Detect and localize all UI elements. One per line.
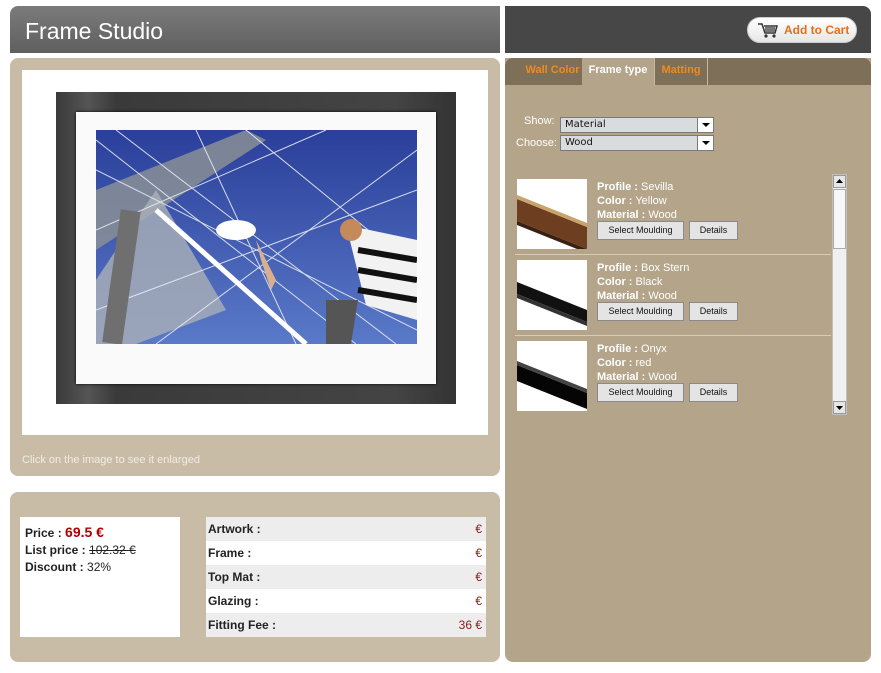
color-value: red: [635, 357, 652, 369]
color-value: Yellow: [635, 195, 667, 207]
moulding-thumbnail[interactable]: [517, 179, 587, 249]
details-button[interactable]: Details: [689, 383, 738, 402]
artwork-image[interactable]: [96, 130, 417, 344]
cost-row-artwork: Artwork : €: [206, 517, 486, 541]
cost-row-frame: Frame : €: [206, 541, 486, 565]
moulding-info: Profile : Box Stern Color : Black Materi…: [597, 261, 689, 303]
cart-icon: [757, 22, 779, 41]
tab-frame-type[interactable]: Frame type: [582, 58, 655, 85]
tab-bar: Wall Color Frame type Matting: [505, 58, 871, 85]
moulding-item: Profile : Onyx Color : red Material : Wo…: [515, 336, 831, 415]
profile-value: Box Stern: [641, 262, 690, 274]
cost-label: Top Mat :: [208, 570, 261, 584]
enlarge-hint: Click on the image to see it enlarged: [22, 454, 200, 466]
list-price-label: List price :: [25, 543, 86, 557]
chevron-down-icon[interactable]: [697, 136, 713, 150]
options-panel: Wall Color Frame type Matting Show: Mate…: [505, 58, 871, 662]
choose-select-value: Wood: [565, 137, 593, 148]
material-label: Material :: [597, 209, 646, 221]
moulding-info: Profile : Onyx Color : red Material : Wo…: [597, 342, 677, 384]
profile-value: Sevilla: [641, 181, 674, 193]
cost-label: Glazing :: [208, 594, 259, 608]
artwork-mat: [76, 112, 436, 384]
choose-select[interactable]: Wood: [560, 135, 714, 151]
scrollbar-thumb[interactable]: [833, 189, 846, 249]
show-select[interactable]: Material: [560, 117, 714, 133]
cost-breakdown: Artwork : € Frame : € Top Mat : € Glazin…: [206, 517, 486, 637]
details-button[interactable]: Details: [689, 221, 738, 240]
select-moulding-button[interactable]: Select Moulding: [597, 221, 684, 240]
cost-label: Fitting Fee :: [208, 618, 276, 632]
tab-wall-color[interactable]: Wall Color: [515, 58, 591, 85]
moulding-info: Profile : Sevilla Color : Yellow Materia…: [597, 180, 677, 222]
material-value: Wood: [648, 371, 677, 383]
moulding-item: Profile : Sevilla Color : Yellow Materia…: [515, 174, 831, 255]
cost-value: €: [475, 522, 482, 536]
color-label: Color :: [597, 195, 633, 207]
header-bar: Frame Studio: [10, 6, 500, 53]
moulding-item: Profile : Box Stern Color : Black Materi…: [515, 255, 831, 336]
show-select-value: Material: [565, 119, 606, 130]
scroll-down-icon[interactable]: [833, 401, 846, 414]
cost-label: Artwork :: [208, 522, 261, 536]
cost-value: €: [475, 594, 482, 608]
material-label: Material :: [597, 371, 646, 383]
discount-value: 32%: [87, 560, 112, 574]
profile-label: Profile :: [597, 343, 638, 355]
profile-label: Profile :: [597, 181, 638, 193]
profile-value: Onyx: [641, 343, 667, 355]
details-button[interactable]: Details: [689, 302, 738, 321]
profile-label: Profile :: [597, 262, 638, 274]
tab-matting[interactable]: Matting: [655, 58, 708, 85]
cost-label: Frame :: [208, 546, 252, 560]
add-to-cart-button[interactable]: Add to Cart: [747, 17, 857, 43]
preview-canvas[interactable]: [22, 70, 488, 435]
scroll-up-icon[interactable]: [833, 175, 846, 188]
moulding-scrollbar[interactable]: [832, 174, 847, 415]
moulding-list: Profile : Sevilla Color : Yellow Materia…: [515, 174, 831, 415]
discount-label: Discount :: [25, 560, 84, 574]
framed-artwork[interactable]: [56, 92, 456, 404]
color-label: Color :: [597, 276, 633, 288]
price-value: 69.5 €: [65, 524, 104, 540]
price-label: Price :: [25, 526, 62, 540]
moulding-thumbnail[interactable]: [517, 341, 587, 411]
cost-value: €: [475, 546, 482, 560]
material-value: Wood: [648, 209, 677, 221]
select-moulding-button[interactable]: Select Moulding: [597, 383, 684, 402]
list-price-value: 102.32 €: [89, 543, 136, 557]
cost-value: 36 €: [458, 618, 482, 632]
material-label: Material :: [597, 290, 646, 302]
material-value: Wood: [648, 290, 677, 302]
color-value: Black: [635, 276, 663, 288]
header-actions: Add to Cart: [505, 6, 871, 53]
moulding-thumbnail[interactable]: [517, 260, 587, 330]
preview-panel: Click on the image to see it enlarged: [10, 58, 500, 476]
price-summary: Price : 69.5 € List price : 102.32 € Dis…: [20, 517, 180, 637]
add-to-cart-label: Add to Cart: [784, 23, 850, 37]
cost-row-top-mat: Top Mat : €: [206, 565, 486, 589]
page-title: Frame Studio: [25, 18, 164, 44]
chevron-down-icon[interactable]: [697, 118, 713, 132]
cost-value: €: [475, 570, 482, 584]
choose-label: Choose:: [516, 137, 557, 149]
show-label: Show:: [524, 115, 555, 127]
price-panel: Price : 69.5 € List price : 102.32 € Dis…: [10, 492, 500, 662]
color-label: Color :: [597, 357, 633, 369]
select-moulding-button[interactable]: Select Moulding: [597, 302, 684, 321]
cost-row-glazing: Glazing : €: [206, 589, 486, 613]
cost-row-fitting-fee: Fitting Fee : 36 €: [206, 613, 486, 637]
